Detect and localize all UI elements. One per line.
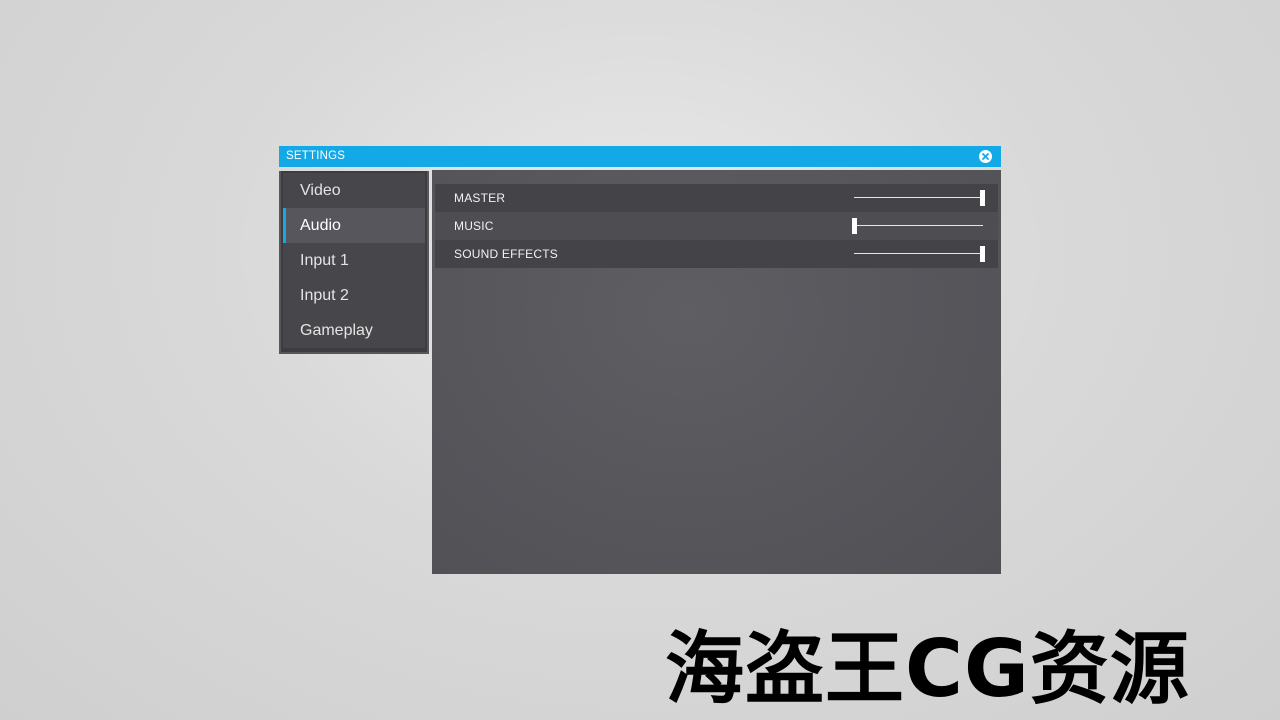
sidebar-item-input-1[interactable]: Input 1: [283, 243, 425, 278]
close-icon[interactable]: [978, 149, 993, 164]
setting-row-sound-effects: SOUND EFFECTS: [435, 240, 998, 268]
music-volume-slider[interactable]: [852, 218, 983, 234]
sidebar-item-gameplay[interactable]: Gameplay: [283, 313, 425, 348]
setting-row-music: MUSIC: [435, 212, 998, 240]
setting-row-master: MASTER: [435, 184, 998, 212]
sound-effects-volume-slider[interactable]: [854, 246, 985, 262]
settings-sidebar: Video Audio Input 1 Input 2 Gameplay: [279, 171, 429, 354]
slider-thumb[interactable]: [980, 246, 985, 262]
slider-track: [854, 197, 983, 198]
sidebar-item-label: Audio: [300, 217, 341, 234]
slider-thumb[interactable]: [852, 218, 857, 234]
title-bar[interactable]: SETTINGS: [279, 146, 1001, 167]
sidebar-item-audio[interactable]: Audio: [283, 208, 425, 243]
watermark-text: 海盗王CG资源: [665, 623, 1190, 715]
audio-settings-panel: MASTER MUSIC SOUND EFFECTS: [432, 170, 1001, 574]
slider-track: [854, 225, 983, 226]
setting-label: MASTER: [454, 191, 506, 205]
sidebar-item-video[interactable]: Video: [283, 173, 425, 208]
sidebar-item-label: Input 1: [300, 252, 349, 269]
sidebar-item-label: Gameplay: [300, 322, 373, 339]
slider-thumb[interactable]: [980, 190, 985, 206]
sidebar-item-label: Input 2: [300, 287, 349, 304]
settings-window: SETTINGS Video Audio Input 1 Input 2 Gam…: [279, 146, 1001, 574]
setting-label: MUSIC: [454, 219, 494, 233]
sidebar-item-input-2[interactable]: Input 2: [283, 278, 425, 313]
sidebar-item-label: Video: [300, 182, 341, 199]
sidebar-list: Video Audio Input 1 Input 2 Gameplay: [283, 173, 425, 348]
master-volume-slider[interactable]: [854, 190, 985, 206]
window-title: SETTINGS: [286, 150, 346, 162]
setting-label: SOUND EFFECTS: [454, 247, 558, 261]
slider-track: [854, 253, 983, 254]
